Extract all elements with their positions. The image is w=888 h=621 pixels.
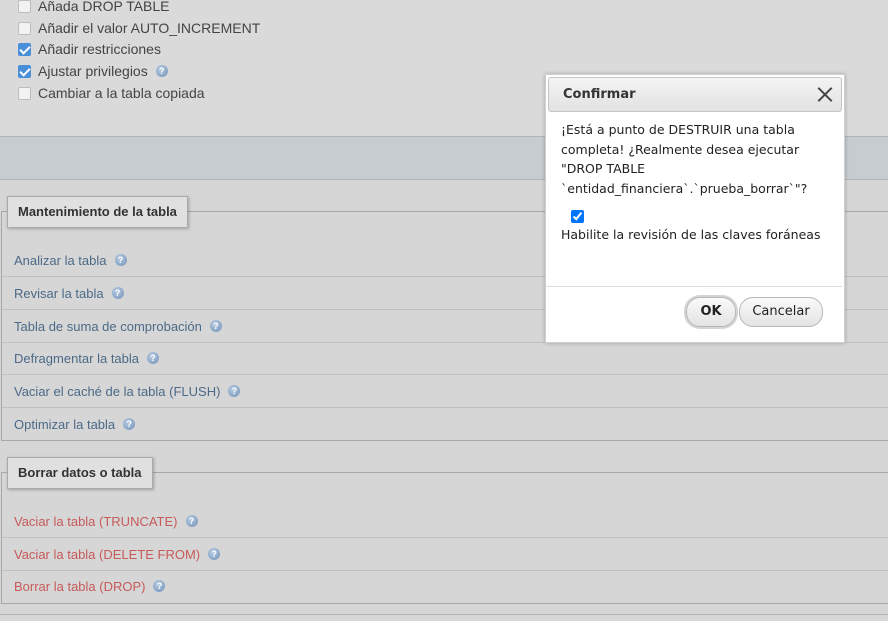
fk-check-label: Habilite la revisión de las claves forán… [561,227,821,242]
maintenance-link[interactable]: Defragmentar la tabla [14,351,139,366]
maintenance-link[interactable]: Revisar la tabla [14,286,104,301]
close-icon[interactable] [817,86,833,102]
delete-item-delete-from[interactable]: Vaciar la tabla (DELETE FROM) ? [2,538,888,571]
ok-button[interactable]: OK [686,297,736,327]
maintenance-link[interactable]: Vaciar el caché de la tabla (FLUSH) [14,384,220,399]
option-label: Añadir restricciones [38,41,161,57]
maintenance-legend: Mantenimiento de la tabla [7,196,188,228]
delete-item-drop[interactable]: Borrar la tabla (DROP) ? [2,570,888,602]
maintenance-item-optimize[interactable]: Optimizar la tabla ? [2,408,888,440]
help-icon[interactable]: ? [123,418,136,430]
option-constraints[interactable]: Añadir restricciones [18,39,161,59]
delete-legend: Borrar datos o tabla [7,457,153,489]
dialog-title: Confirmar [563,87,636,102]
option-drop-table[interactable]: Añada DROP TABLE [18,0,170,16]
help-icon[interactable]: ? [209,320,222,332]
option-privileges[interactable]: Ajustar privilegios ? [18,61,168,81]
option-constraints-checkbox[interactable] [18,42,31,56]
cancel-button[interactable]: Cancelar [739,297,823,327]
help-icon[interactable]: ? [114,254,127,266]
delete-fieldset: Vaciar la tabla (TRUNCATE) ? Vaciar la t… [1,472,888,604]
dialog-divider [546,286,842,287]
option-auto-increment-checkbox[interactable] [18,21,31,35]
help-icon[interactable]: ? [208,548,221,560]
help-icon[interactable]: ? [153,580,166,592]
help-icon[interactable]: ? [228,385,241,397]
delete-link[interactable]: Borrar la tabla (DROP) [14,579,145,594]
option-label: Ajustar privilegios [38,63,148,79]
help-icon[interactable]: ? [111,287,124,299]
option-switch-table-checkbox[interactable] [18,86,31,100]
maintenance-link[interactable]: Analizar la tabla [14,253,107,268]
delete-link[interactable]: Vaciar la tabla (DELETE FROM) [14,547,200,562]
fk-check-checkbox[interactable] [571,210,584,223]
option-auto-increment[interactable]: Añadir el valor AUTO_INCREMENT [18,18,260,38]
option-label: Añada DROP TABLE [38,0,170,14]
help-icon[interactable]: ? [147,352,160,364]
maintenance-item-defragment[interactable]: Defragmentar la tabla ? [2,342,888,375]
maintenance-item-flush[interactable]: Vaciar el caché de la tabla (FLUSH) ? [2,375,888,408]
help-icon[interactable]: ? [155,65,168,77]
maintenance-link[interactable]: Tabla de suma de comprobación [14,319,202,334]
delete-link[interactable]: Vaciar la tabla (TRUNCATE) [14,514,178,529]
option-drop-table-checkbox[interactable] [18,0,31,13]
delete-item-truncate[interactable]: Vaciar la tabla (TRUNCATE) ? [2,505,888,538]
option-label: Añadir el valor AUTO_INCREMENT [38,20,261,36]
help-icon[interactable]: ? [185,515,198,527]
confirm-dialog: Confirmar ¡Está a punto de DESTRUIR una … [545,74,845,343]
maintenance-link[interactable]: Optimizar la tabla [14,417,115,432]
option-switch-table[interactable]: Cambiar a la tabla copiada [18,83,205,103]
option-privileges-checkbox[interactable] [18,64,31,78]
dialog-header: Confirmar [548,77,842,112]
dialog-message: ¡Está a punto de DESTRUIR una tabla comp… [561,122,808,196]
option-label: Cambiar a la tabla copiada [38,85,205,101]
